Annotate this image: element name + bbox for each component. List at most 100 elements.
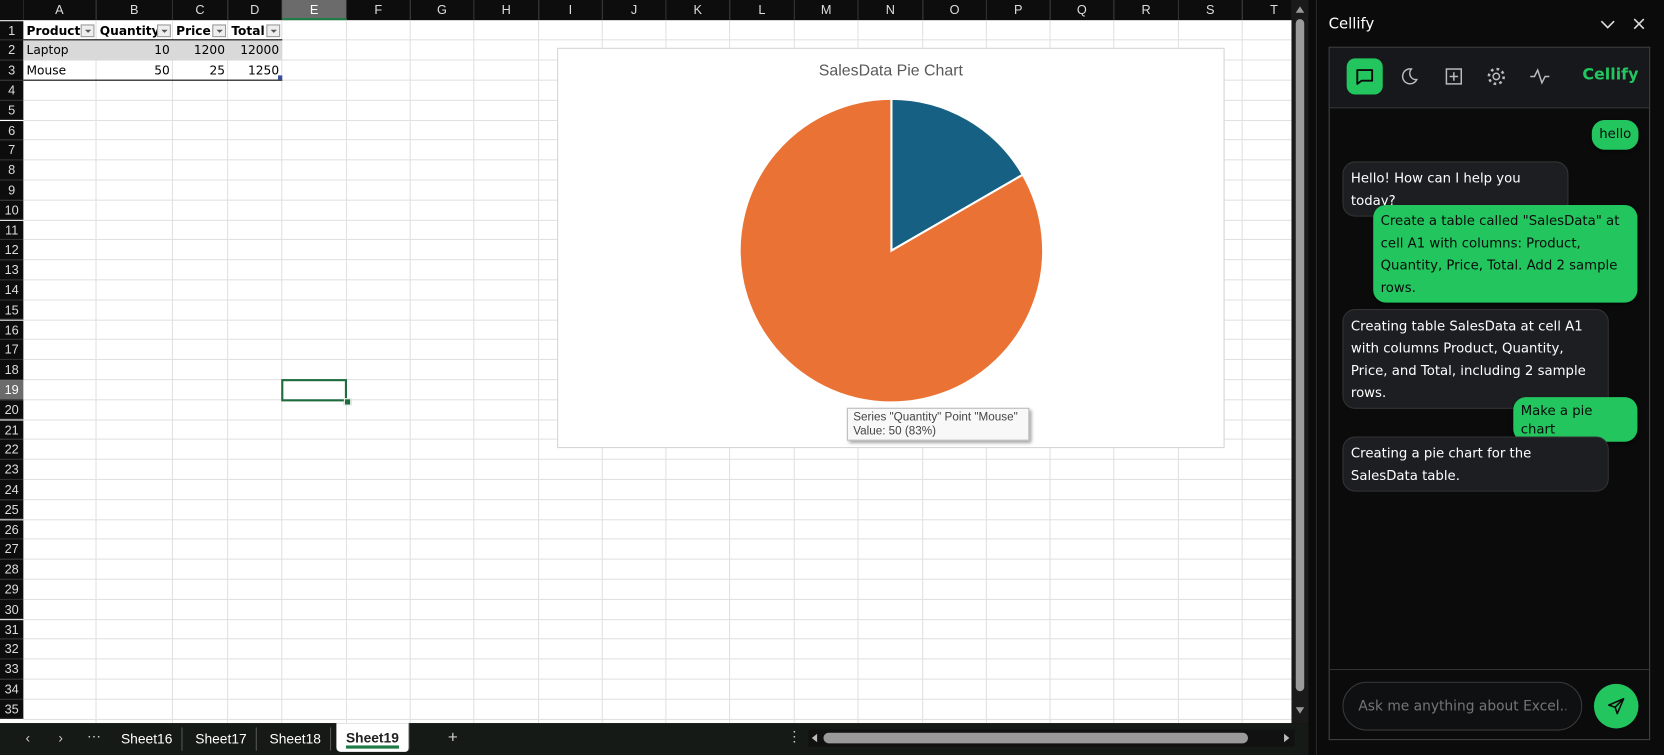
row-header-33[interactable]: 33 — [0, 659, 24, 680]
filter-dropdown-icon[interactable] — [266, 23, 281, 37]
table-cell[interactable]: Laptop — [23, 41, 96, 61]
table-header-total[interactable]: Total — [228, 21, 282, 41]
row-header-23[interactable]: 23 — [0, 459, 24, 480]
row-header-29[interactable]: 29 — [0, 579, 24, 600]
horizontal-scroll-thumb[interactable] — [823, 732, 1248, 744]
row-header-17[interactable]: 17 — [0, 340, 24, 361]
fill-handle[interactable] — [343, 398, 352, 406]
tab-sheet19[interactable]: Sheet19 — [336, 723, 410, 752]
row-header-5[interactable]: 5 — [0, 100, 24, 121]
column-header-c[interactable]: C — [172, 0, 229, 21]
row-header-32[interactable]: 32 — [0, 639, 24, 660]
activity-button[interactable] — [1522, 58, 1558, 94]
row-header-2[interactable]: 2 — [0, 40, 24, 61]
table-cell[interactable]: 10 — [97, 41, 173, 61]
column-header-r[interactable]: R — [1114, 0, 1179, 21]
row-header-26[interactable]: 26 — [0, 519, 24, 540]
row-header-18[interactable]: 18 — [0, 360, 24, 381]
row-header-24[interactable]: 24 — [0, 479, 24, 500]
column-header-h[interactable]: H — [474, 0, 540, 21]
column-header-d[interactable]: D — [228, 0, 283, 21]
chat-input[interactable] — [1342, 681, 1583, 731]
filter-dropdown-icon[interactable] — [80, 23, 95, 37]
row-header-34[interactable]: 34 — [0, 679, 24, 700]
row-header-11[interactable]: 11 — [0, 220, 24, 241]
table-cell[interactable]: 1200 — [173, 41, 228, 61]
column-header-i[interactable]: I — [539, 0, 603, 21]
row-header-7[interactable]: 7 — [0, 140, 24, 161]
tab-sheet16[interactable]: Sheet16 — [111, 727, 183, 751]
tab-splitter-handle[interactable]: ⋮ — [787, 728, 801, 745]
collapse-chevron-icon[interactable] — [1600, 19, 1615, 30]
send-button[interactable] — [1593, 683, 1639, 729]
column-header-g[interactable]: G — [410, 0, 475, 21]
column-header-f[interactable]: F — [347, 0, 411, 21]
row-header-19[interactable]: 19 — [0, 380, 24, 401]
column-header-j[interactable]: J — [602, 0, 667, 21]
settings-button[interactable] — [1478, 58, 1514, 94]
vertical-scrollbar[interactable] — [1291, 0, 1309, 724]
filter-dropdown-icon[interactable] — [157, 23, 171, 37]
row-header-27[interactable]: 27 — [0, 539, 24, 560]
row-header-21[interactable]: 21 — [0, 419, 24, 440]
next-sheet-button[interactable]: › — [58, 730, 63, 746]
vertical-scroll-thumb[interactable] — [1295, 19, 1305, 692]
column-header-s[interactable]: S — [1178, 0, 1243, 21]
scroll-left-arrow[interactable] — [811, 733, 818, 743]
row-header-6[interactable]: 6 — [0, 120, 24, 141]
table-cell[interactable]: 1250 — [228, 61, 282, 81]
row-header-25[interactable]: 25 — [0, 499, 24, 520]
row-header-1[interactable]: 1 — [0, 20, 24, 41]
selected-cell-e19[interactable] — [281, 379, 348, 402]
pie-chart[interactable]: SalesData Pie Chart — [557, 47, 1225, 449]
horizontal-scrollbar[interactable] — [808, 729, 1295, 747]
add-sheet-button[interactable]: + — [448, 728, 458, 747]
select-all-corner[interactable] — [0, 0, 24, 21]
tab-sheet18[interactable]: Sheet18 — [260, 727, 332, 751]
table-header-quantity[interactable]: Quantity — [97, 21, 173, 41]
column-header-e[interactable]: E — [282, 0, 348, 21]
column-header-o[interactable]: O — [923, 0, 987, 21]
column-header-n[interactable]: N — [858, 0, 924, 21]
column-header-t[interactable]: T — [1242, 0, 1292, 21]
column-header-p[interactable]: P — [986, 0, 1051, 21]
row-header-31[interactable]: 31 — [0, 619, 24, 640]
row-header-3[interactable]: 3 — [0, 60, 24, 81]
row-header-4[interactable]: 4 — [0, 80, 24, 101]
row-header-14[interactable]: 14 — [0, 280, 24, 301]
row-header-16[interactable]: 16 — [0, 320, 24, 341]
table-cell[interactable]: 50 — [97, 61, 173, 81]
row-header-20[interactable]: 20 — [0, 400, 24, 420]
column-header-l[interactable]: L — [730, 0, 795, 21]
more-sheets-button[interactable]: ⋯ — [87, 728, 101, 745]
new-chat-button[interactable] — [1436, 58, 1472, 94]
theme-button[interactable] — [1391, 58, 1427, 94]
column-header-a[interactable]: A — [23, 0, 97, 21]
row-header-12[interactable]: 12 — [0, 240, 24, 261]
row-header-28[interactable]: 28 — [0, 559, 24, 580]
column-header-b[interactable]: B — [96, 0, 173, 21]
table-resize-handle[interactable] — [278, 75, 283, 80]
filter-dropdown-icon[interactable] — [212, 23, 227, 37]
table-cell[interactable]: 12000 — [228, 41, 282, 61]
chat-tab-button[interactable] — [1346, 58, 1383, 95]
table-cell[interactable]: 25 — [173, 61, 228, 81]
column-header-q[interactable]: Q — [1050, 0, 1115, 21]
prev-sheet-button[interactable]: ‹ — [25, 730, 30, 746]
row-header-13[interactable]: 13 — [0, 260, 24, 281]
scroll-up-arrow[interactable] — [1295, 6, 1305, 13]
column-header-k[interactable]: K — [666, 0, 731, 21]
row-header-10[interactable]: 10 — [0, 200, 24, 221]
tab-sheet17[interactable]: Sheet17 — [186, 727, 258, 751]
scroll-down-arrow[interactable] — [1295, 707, 1305, 714]
table-header-price[interactable]: Price — [173, 21, 228, 41]
row-header-8[interactable]: 8 — [0, 160, 24, 181]
row-header-15[interactable]: 15 — [0, 300, 24, 321]
column-header-m[interactable]: M — [794, 0, 859, 21]
scroll-right-arrow[interactable] — [1284, 733, 1290, 743]
row-header-30[interactable]: 30 — [0, 599, 24, 620]
row-header-35[interactable]: 35 — [0, 699, 24, 720]
table-header-product[interactable]: Product — [23, 21, 96, 41]
table-cell[interactable]: Mouse — [23, 61, 96, 81]
close-icon[interactable] — [1633, 18, 1645, 30]
